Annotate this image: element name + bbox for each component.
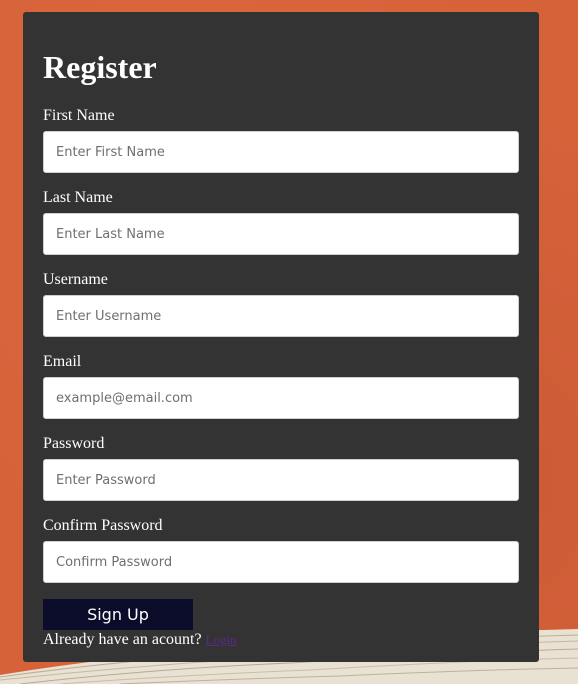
- last-name-label: Last Name: [43, 189, 113, 206]
- sign-up-button[interactable]: Sign Up: [43, 599, 193, 630]
- email-input[interactable]: [43, 377, 519, 419]
- first-name-label: First Name: [43, 107, 115, 124]
- password-input[interactable]: [43, 459, 519, 501]
- confirm-password-label: Confirm Password: [43, 517, 163, 534]
- password-label: Password: [43, 435, 105, 452]
- page-title: Register: [43, 49, 157, 85]
- login-prompt: Already have an acount? Login: [43, 630, 237, 650]
- username-input[interactable]: [43, 295, 519, 337]
- email-label: Email: [43, 353, 82, 370]
- account-prompt-text: Already have an acount?: [43, 631, 202, 648]
- first-name-input[interactable]: [43, 131, 519, 173]
- username-label: Username: [43, 271, 108, 288]
- login-link[interactable]: Login: [206, 632, 237, 647]
- confirm-password-input[interactable]: [43, 541, 519, 583]
- last-name-input[interactable]: [43, 213, 519, 255]
- register-form: Register First Name Last Name Username E…: [23, 12, 539, 662]
